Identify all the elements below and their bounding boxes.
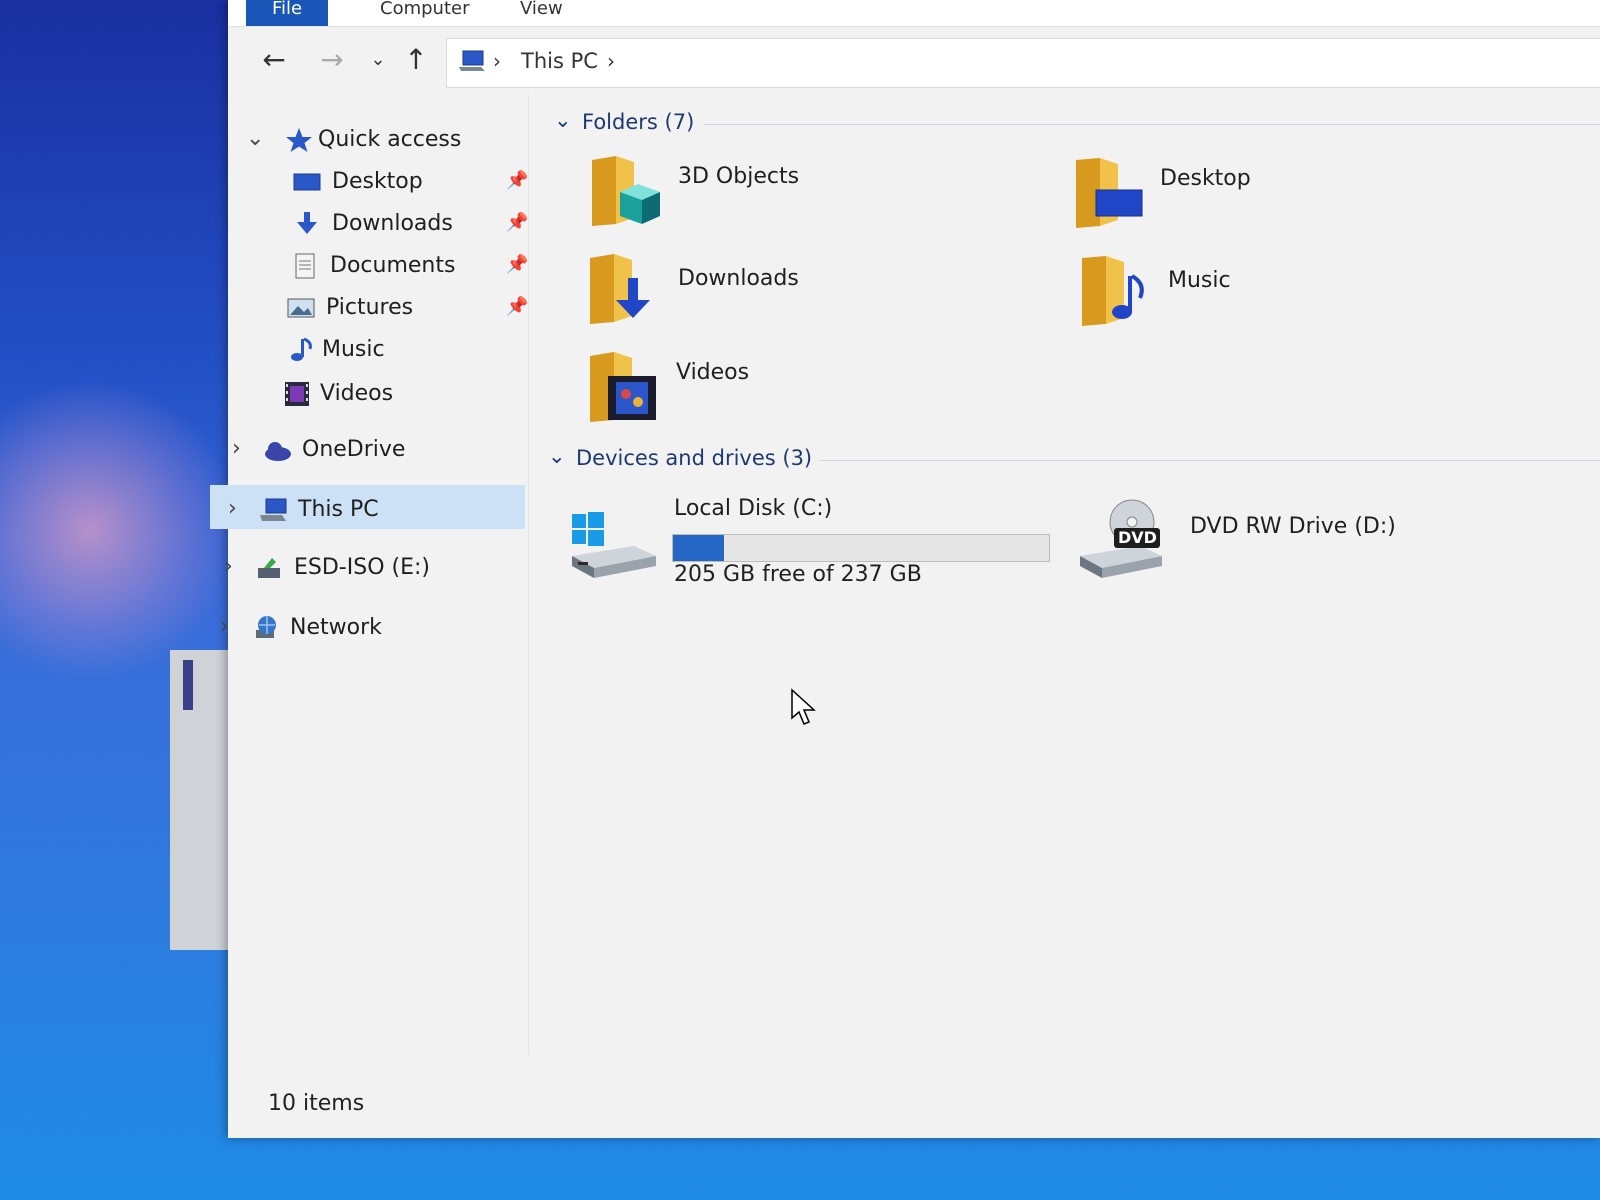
drive-free-space: 205 GB free of 237 GB [674,562,922,587]
star-icon [286,128,312,152]
folder-label: Videos [676,360,750,385]
drive-local-disk-c[interactable]: Local Disk (C:) 205 GB free of 237 GB [568,492,1088,592]
nav-item-label: Desktop [332,169,423,194]
desktop-folder-icon [1076,158,1143,228]
folder-label: Music [1168,268,1231,293]
chevron-right-icon[interactable]: › [220,614,229,639]
download-arrow-icon [297,212,317,234]
chevron-right-icon[interactable]: › [228,496,237,521]
breadcrumb-chevron-icon[interactable]: › [607,49,615,73]
picture-icon [287,298,315,318]
desktop-icon [293,173,321,191]
nav-item-label: Videos [320,381,394,406]
nav-quick-access[interactable]: ⌄ Quick access [246,120,526,160]
recent-locations-chevron-icon[interactable]: ⌄ [360,42,396,78]
drive-usage-fill [673,535,724,561]
status-item-count: 10 items [268,1091,365,1116]
drives-group-header[interactable]: Devices and drives (3) [576,446,812,470]
this-pc-icon [260,498,287,521]
drive-usage-bar [672,534,1050,562]
nav-item-desktop[interactable]: Desktop 📌 [292,162,532,202]
videos-folder-icon [590,352,656,422]
this-pc-icon [459,50,485,71]
dvd-badge: DVD [1118,528,1157,547]
group-divider [704,124,1600,125]
nav-onedrive-label: OneDrive [302,437,406,462]
music-folder-icon [1082,256,1144,326]
chevron-down-icon[interactable]: ⌄ [246,126,264,151]
drive-label: Local Disk (C:) [674,496,833,521]
nav-item-documents[interactable]: Documents 📌 [290,246,532,286]
pin-icon[interactable]: 📌 [506,170,528,191]
nav-item-music[interactable]: Music [286,330,486,370]
folder-3d-objects[interactable]: 3D Objects [588,154,1008,238]
tab-file[interactable]: File [246,0,328,26]
folder-label: Desktop [1160,166,1251,191]
nav-network[interactable]: › Network [220,608,510,648]
breadcrumb-this-pc[interactable]: This PC [521,49,598,73]
folder-label: Downloads [678,266,799,291]
nav-this-pc[interactable]: › This PC [228,490,518,530]
wallpaper-glow [0,380,240,680]
network-globe-icon [256,616,276,638]
folder-music[interactable]: Music [1078,254,1498,338]
up-arrow-icon[interactable]: ↑ [398,42,434,78]
group-divider [820,460,1600,461]
folder-label: 3D Objects [678,164,800,189]
forward-arrow-icon[interactable]: → [314,42,350,78]
file-explorer-window: File Computer View ← → ⌄ ↑ › This PC › ⌄… [210,0,1600,1138]
address-bar[interactable]: › This PC › [446,38,1600,88]
nav-item-downloads[interactable]: Downloads 📌 [292,204,532,244]
ribbon-tabs: File Computer View [228,0,1600,27]
tab-view[interactable]: View [508,0,575,26]
nav-this-pc-label: This PC [298,497,379,522]
group-toggle-chevron-icon[interactable]: ⌄ [548,444,566,468]
music-note-icon [291,337,312,361]
3d-objects-folder-icon [592,156,660,226]
navigation-bar: ← → ⌄ ↑ › This PC › [228,28,1600,94]
nav-item-label: Documents [330,253,456,278]
nav-item-pictures[interactable]: Pictures 📌 [286,288,532,328]
breadcrumb-chevron-icon: › [493,49,501,73]
pin-icon[interactable]: 📌 [506,254,528,275]
nav-quick-access-label: Quick access [318,127,462,152]
cloud-icon [265,442,291,461]
nav-item-label: Music [322,337,385,362]
chevron-right-icon[interactable]: › [232,436,241,461]
document-icon [295,253,315,279]
nav-onedrive[interactable]: › OneDrive [232,430,522,470]
folder-videos[interactable]: Videos [586,350,1006,434]
usb-drive-icon [258,558,280,578]
tab-computer[interactable]: Computer [368,0,481,26]
folder-downloads[interactable]: Downloads [586,252,1006,336]
navigation-pane: ⌄ Quick access Desktop 📌 Downloads 📌 Doc… [210,94,532,1054]
folder-desktop[interactable]: Desktop [1072,156,1492,240]
pin-icon[interactable]: 📌 [506,296,528,317]
back-arrow-icon[interactable]: ← [256,42,292,78]
film-icon [285,382,309,406]
nav-network-label: Network [290,615,382,640]
hard-drive-windows-icon [572,512,656,578]
downloads-folder-icon [590,254,650,324]
content-area: ⌄ Folders (7) 3D Objects Desktop Downloa… [538,94,1600,1078]
background-window-accent [183,660,193,710]
chevron-right-icon[interactable]: › [224,554,233,579]
group-toggle-chevron-icon[interactable]: ⌄ [554,108,572,132]
nav-item-label: Pictures [326,295,414,320]
folders-group-header[interactable]: Folders (7) [582,110,694,134]
nav-esd-iso[interactable]: › ESD-ISO (E:) [224,548,514,588]
drive-dvd-rw-d[interactable]: DVD DVD RW Drive (D:) [1078,498,1478,588]
nav-item-videos[interactable]: Videos [282,374,482,414]
pin-icon[interactable]: 📌 [506,212,528,233]
nav-esd-iso-label: ESD-ISO (E:) [294,555,430,580]
mouse-cursor-icon [791,688,816,725]
drive-label: DVD RW Drive (D:) [1190,514,1396,539]
nav-item-label: Downloads [332,211,453,236]
